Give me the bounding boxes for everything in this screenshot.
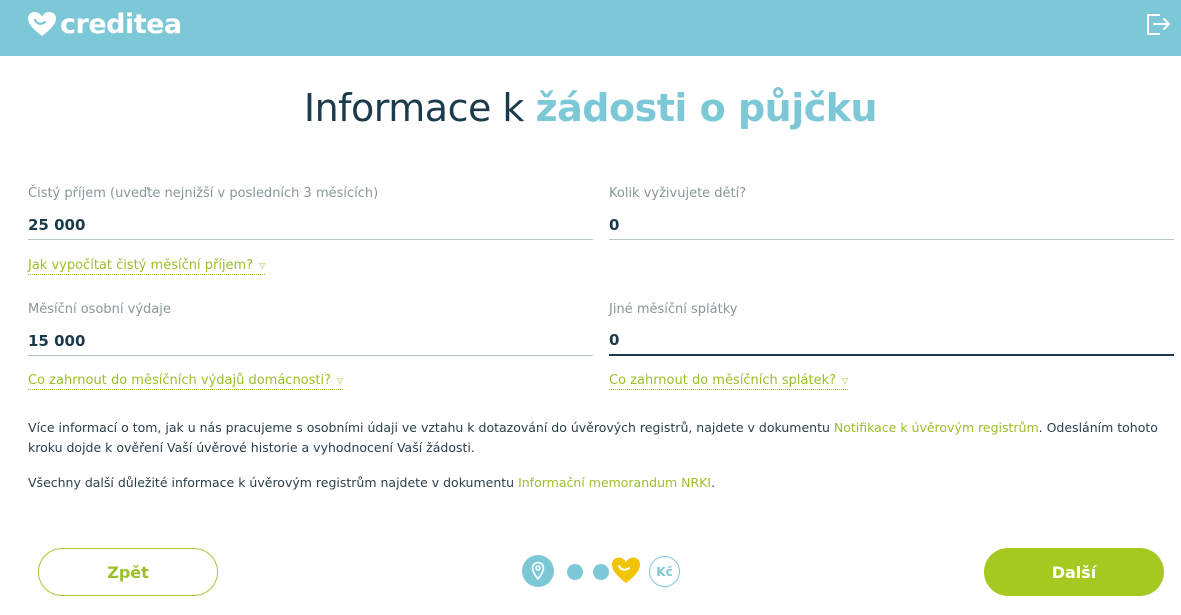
other-payments-field: Jiné měsíční splátky [609, 302, 1174, 362]
other-payments-help-text: Co zahrnout do měsíčních splátek? [609, 373, 836, 388]
notification-registers-link[interactable]: Notifikace k úvěrovým registrům [834, 420, 1039, 435]
back-button[interactable]: Zpět [38, 548, 218, 596]
expenses-label: Měsíční osobní výdaje [28, 302, 171, 317]
info-p2-before: Všechny další důležité informace k úvěro… [28, 475, 519, 490]
step-location [522, 555, 554, 587]
title-accent: žádosti o půjčku [535, 86, 878, 130]
location-pin-icon [531, 561, 545, 581]
chevron-down-icon: ▽ [842, 376, 849, 385]
net-income-input[interactable] [28, 210, 593, 240]
title-plain: Informace k [303, 86, 536, 130]
logout-icon [1147, 14, 1170, 35]
creditea-logo[interactable]: creditea [27, 8, 182, 40]
top-bar: creditea [0, 0, 1181, 56]
logo-text: creditea [60, 8, 182, 40]
expenses-help-link[interactable]: Co zahrnout do měsíčních výdajů domácnos… [28, 373, 344, 390]
expenses-input[interactable] [28, 326, 593, 356]
next-button[interactable]: Další [984, 548, 1164, 596]
children-label: Kolik vyživujete dětí? [609, 186, 747, 201]
other-payments-input[interactable] [609, 326, 1174, 356]
info-p2-after: . [711, 475, 716, 490]
other-payments-label: Jiné měsíční splátky [609, 302, 738, 317]
expenses-field: Měsíční osobní výdaje [28, 302, 593, 362]
step-dot [593, 564, 609, 580]
credit-register-info: Více informací o tom, jak u nás pracujem… [28, 418, 1158, 458]
net-income-label: Čistý příjem (uveďte nejnižší v poslední… [28, 186, 379, 201]
other-payments-help-link[interactable]: Co zahrnout do měsíčních splátek? ▽ [609, 373, 849, 390]
children-field: Kolik vyživujete dětí? [609, 186, 1174, 246]
logout-button[interactable] [1145, 11, 1171, 37]
heart-logo-icon [28, 12, 56, 36]
info-p1-before: Více informací o tom, jak u nás pracujem… [28, 420, 834, 435]
memorandum-info: Všechny další důležité informace k úvěro… [28, 473, 1158, 493]
step-heart-current [611, 556, 641, 584]
chevron-down-icon: ▽ [337, 376, 344, 385]
children-input[interactable] [609, 210, 1174, 240]
net-income-field: Čistý příjem (uveďte nejnižší v poslední… [28, 186, 593, 246]
expenses-help-text: Co zahrnout do měsíčních výdajů domácnos… [28, 373, 332, 388]
page-title: Informace k žádosti o půjčku [0, 86, 1181, 130]
nrki-memorandum-link[interactable]: Informační memorandum NRKI [518, 475, 711, 490]
heart-icon [612, 557, 640, 583]
step-dot [567, 564, 583, 580]
step-currency: Kč [649, 556, 680, 587]
net-income-help-link[interactable]: Jak vypočítat čistý měsíční příjem? ▽ [28, 258, 266, 275]
chevron-down-icon: ▽ [259, 261, 266, 270]
net-income-help-text: Jak vypočítat čistý měsíční příjem? [28, 258, 254, 273]
